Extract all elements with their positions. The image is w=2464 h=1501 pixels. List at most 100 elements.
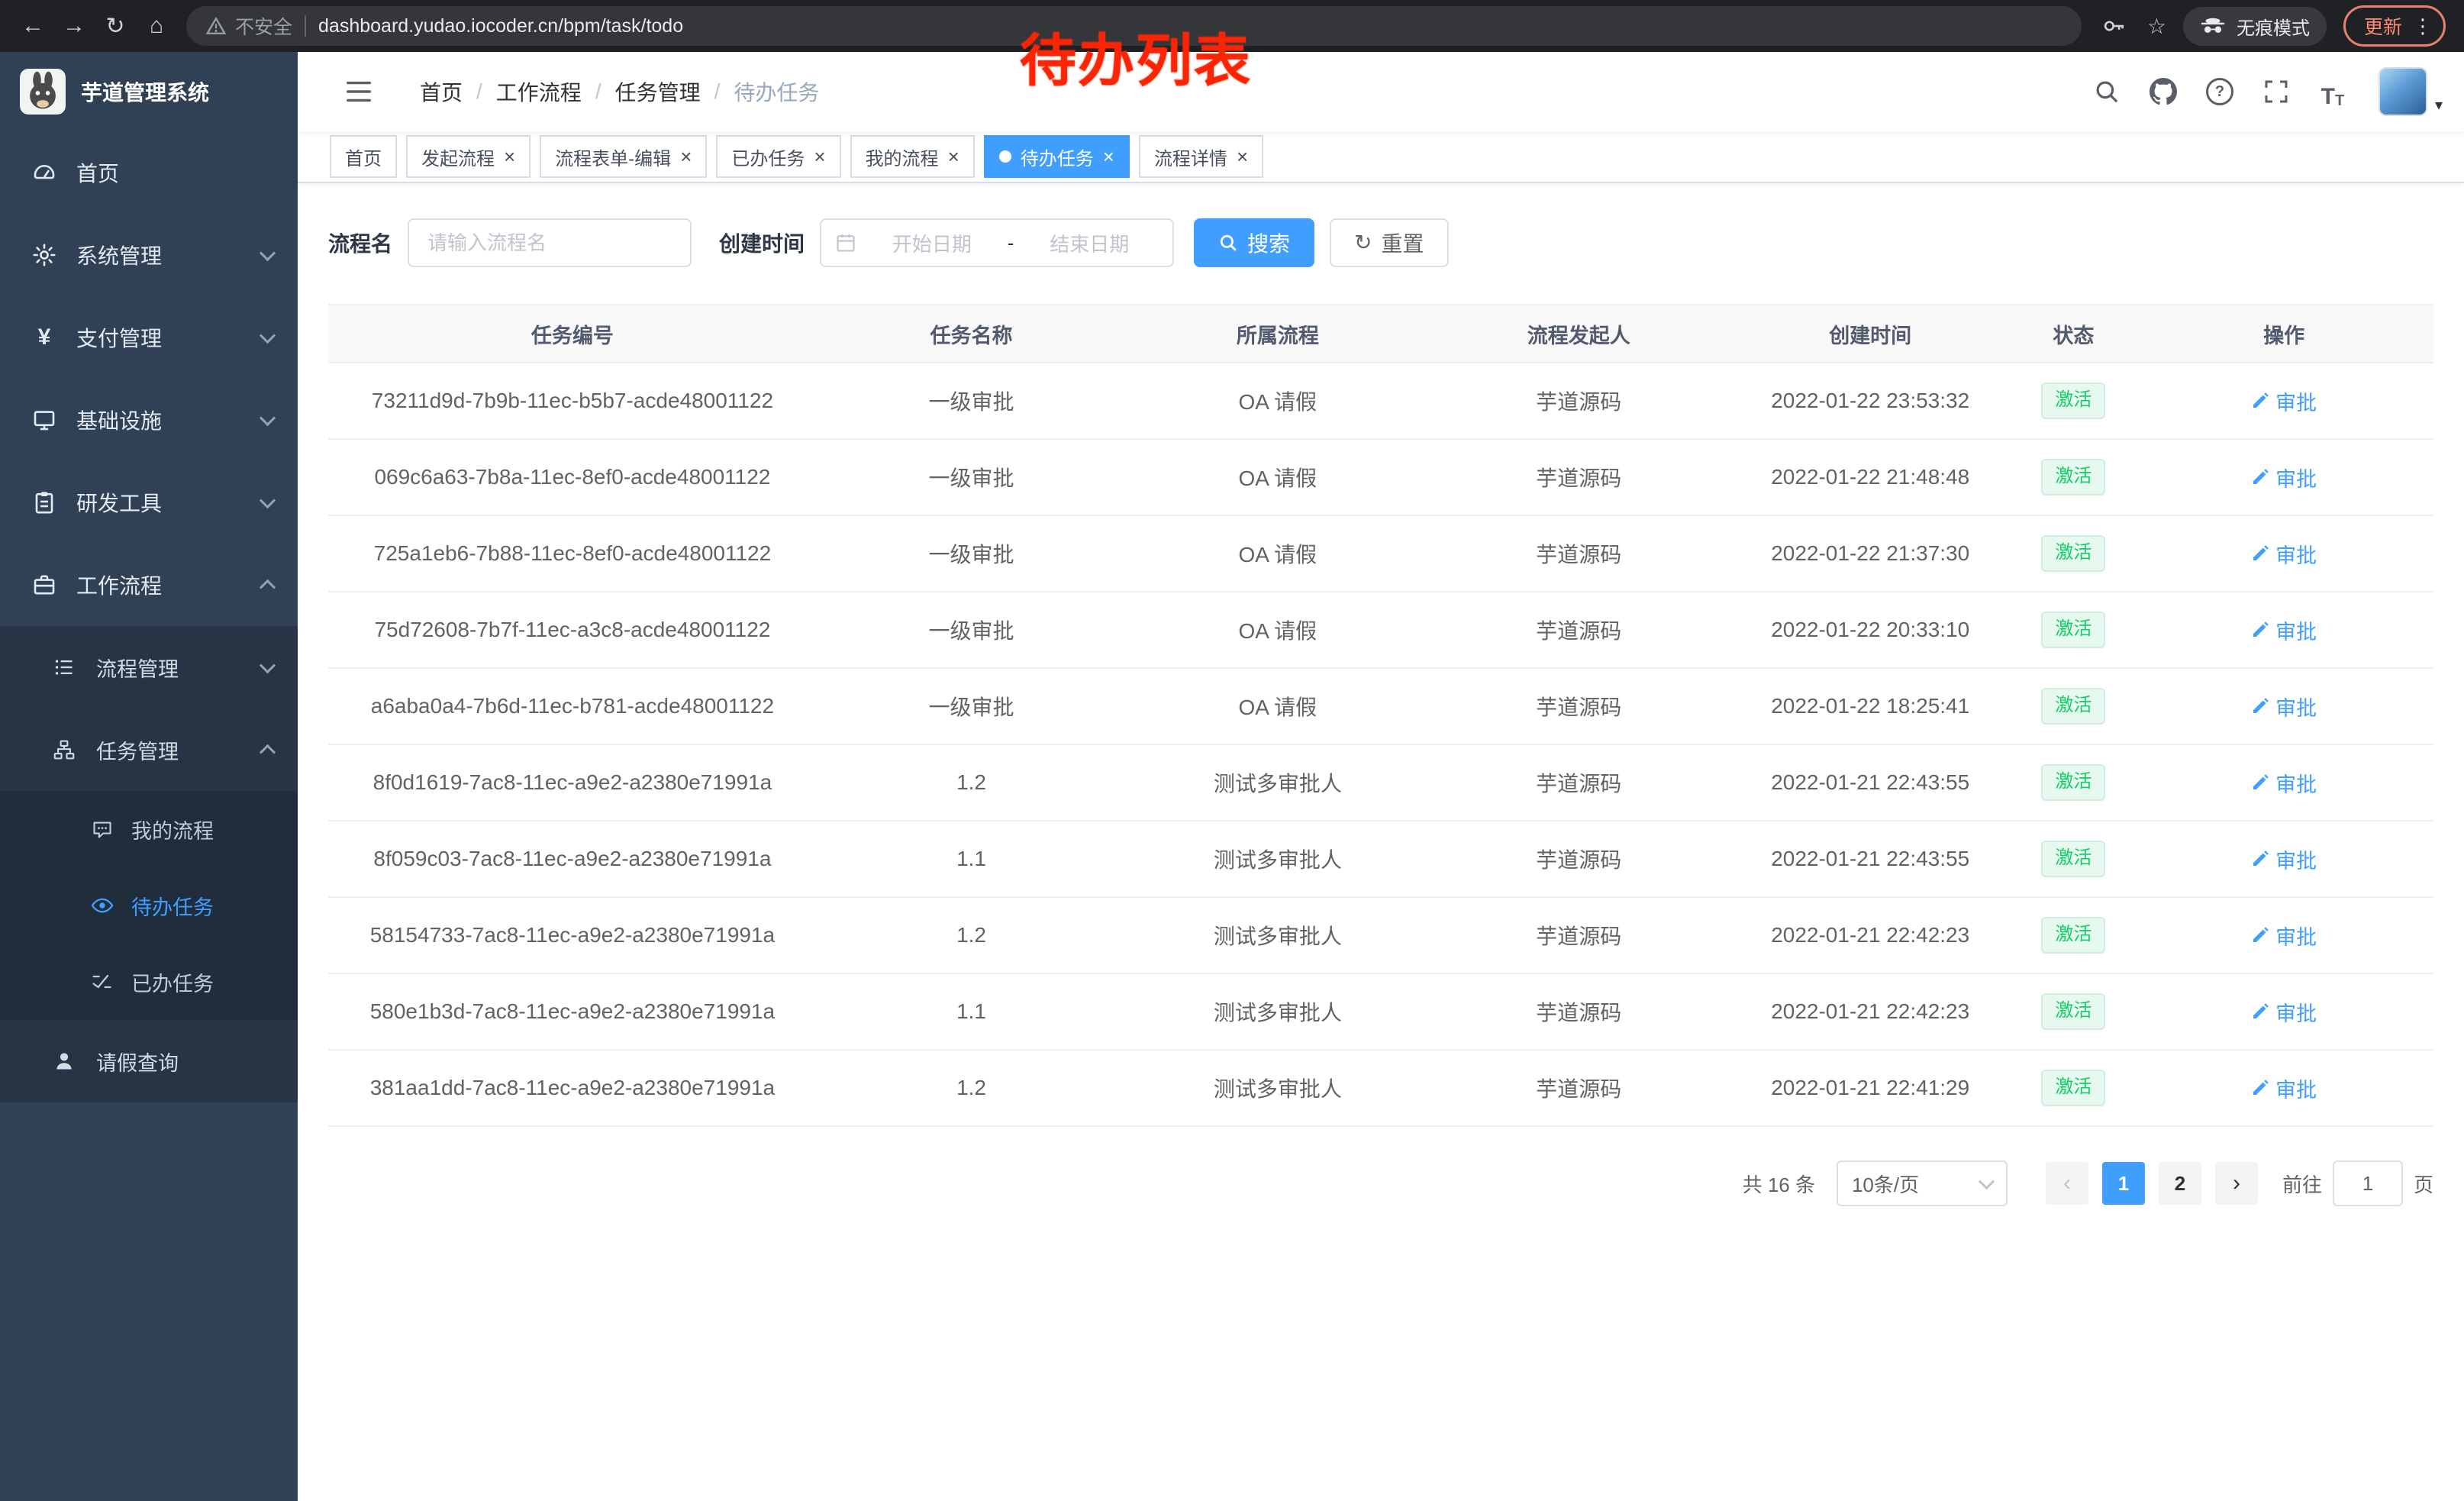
back-icon[interactable]: ← — [12, 5, 53, 47]
time-cell: 2022-01-22 18:25:41 — [1728, 669, 2012, 744]
font-size-icon[interactable]: TT — [2316, 75, 2350, 108]
task-id-cell: 58154733-7ac8-11ec-a9e2-a2380e71991a — [328, 898, 817, 973]
close-icon[interactable]: × — [1237, 147, 1248, 166]
sidebar-item-label: 我的流程 — [131, 815, 273, 844]
sidebar-item-home[interactable]: 首页 — [0, 131, 298, 214]
approve-button[interactable]: 审批 — [2251, 692, 2317, 721]
star-icon[interactable]: ☆ — [2147, 14, 2166, 39]
prev-page-button[interactable]: ‹ — [2046, 1162, 2088, 1205]
sidebar-item-payment[interactable]: ¥ 支付管理 — [0, 296, 298, 379]
breadcrumb-task-management[interactable]: 任务管理 — [615, 76, 701, 107]
key-icon[interactable] — [2097, 9, 2130, 43]
sidebar-item-done-task[interactable]: 已办任务 — [0, 944, 298, 1020]
fullscreen-icon[interactable] — [2259, 75, 2293, 108]
security-indicator[interactable]: 不安全 — [206, 12, 292, 40]
chevron-down-icon — [260, 410, 276, 426]
process-name-input[interactable] — [408, 218, 692, 267]
menu-fold-icon[interactable] — [298, 75, 420, 108]
close-icon[interactable]: × — [814, 147, 825, 166]
action-cell: 审批 — [2134, 822, 2433, 896]
process-cell: OA 请假 — [1126, 440, 1429, 515]
main-area: 首页 / 工作流程 / 任务管理 / 待办任务 ? TT ▾ — [298, 52, 2464, 1501]
page-button-1[interactable]: 1 — [2102, 1162, 2145, 1205]
calendar-icon — [835, 232, 856, 253]
sidebar-item-task-management[interactable]: 任务管理 — [0, 709, 298, 791]
user-menu[interactable]: ▾ — [2379, 67, 2443, 116]
page-button-2[interactable]: 2 — [2159, 1162, 2201, 1205]
search-button[interactable]: 搜索 — [1194, 218, 1314, 267]
page-size-select[interactable]: 10条/页 — [1837, 1160, 2008, 1206]
reload-icon[interactable]: ↻ — [95, 5, 136, 47]
close-icon[interactable]: × — [680, 147, 692, 166]
approve-button[interactable]: 审批 — [2251, 463, 2317, 492]
goto-page-input[interactable] — [2333, 1160, 2403, 1206]
sidebar-item-leave-query[interactable]: 请假查询 — [0, 1020, 298, 1102]
sidebar-item-my-process[interactable]: 我的流程 — [0, 791, 298, 867]
action-cell: 审批 — [2134, 363, 2433, 438]
sidebar-item-infrastructure[interactable]: 基础设施 — [0, 379, 298, 461]
task-name-cell: 一级审批 — [817, 363, 1126, 438]
approve-button[interactable]: 审批 — [2251, 615, 2317, 645]
search-icon[interactable] — [2090, 75, 2124, 108]
breadcrumb-workflow[interactable]: 工作流程 — [496, 76, 582, 107]
chevron-down-icon — [260, 492, 276, 508]
approve-button[interactable]: 审批 — [2251, 386, 2317, 416]
task-name-cell: 一级审批 — [817, 440, 1126, 515]
reset-button[interactable]: ↻ 重置 — [1330, 218, 1448, 267]
tab-my-process[interactable]: 我的流程× — [850, 135, 975, 178]
task-id-cell: 580e1b3d-7ac8-11ec-a9e2-a2380e71991a — [328, 974, 817, 1049]
end-date-placeholder[interactable]: 结束日期 — [1020, 229, 1159, 257]
tab-todo-task[interactable]: 待办任务× — [984, 135, 1130, 178]
task-id-cell: 381aa1dd-7ac8-11ec-a9e2-a2380e71991a — [328, 1051, 817, 1125]
table-row: 580e1b3d-7ac8-11ec-a9e2-a2380e71991a 1.1… — [328, 974, 2433, 1051]
sidebar-item-system[interactable]: 系统管理 — [0, 214, 298, 296]
approve-button[interactable]: 审批 — [2251, 768, 2317, 798]
tab-process-detail[interactable]: 流程详情× — [1139, 135, 1263, 178]
approve-button[interactable]: 审批 — [2251, 921, 2317, 951]
sidebar-item-process-management[interactable]: 流程管理 — [0, 626, 298, 709]
starter-cell: 芋道源码 — [1429, 822, 1728, 896]
status-cell: 激活 — [2012, 745, 2134, 820]
approve-label: 审批 — [2275, 539, 2317, 569]
breadcrumb-separator: / — [595, 79, 601, 104]
app-logo[interactable]: 芋道管理系统 — [0, 52, 298, 131]
tab-done-task[interactable]: 已办任务× — [716, 135, 840, 178]
breadcrumb-separator: / — [476, 79, 482, 104]
close-icon[interactable]: × — [1103, 147, 1114, 166]
approve-button[interactable]: 审批 — [2251, 539, 2317, 569]
github-icon[interactable] — [2146, 75, 2180, 108]
approve-button[interactable]: 审批 — [2251, 844, 2317, 874]
sidebar-item-workflow[interactable]: 工作流程 — [0, 544, 298, 626]
date-range-picker[interactable]: 开始日期 - 结束日期 — [820, 218, 1174, 267]
approve-button[interactable]: 审批 — [2251, 997, 2317, 1027]
goto-unit: 页 — [2414, 1170, 2433, 1198]
help-icon[interactable]: ? — [2203, 75, 2237, 108]
sidebar-item-todo-task[interactable]: 待办任务 — [0, 867, 298, 944]
sidebar-item-devtools[interactable]: 研发工具 — [0, 461, 298, 544]
kebab-menu-icon[interactable]: ⋮ — [2413, 15, 2433, 38]
range-separator: - — [1008, 231, 1014, 255]
next-page-button[interactable]: › — [2215, 1162, 2258, 1205]
tab-form-edit[interactable]: 流程表单-编辑× — [540, 135, 707, 178]
edit-icon — [2251, 1079, 2269, 1097]
table-row: 75d72608-7b7f-11ec-a3c8-acde48001122 一级审… — [328, 592, 2433, 669]
tab-home[interactable]: 首页 — [330, 135, 397, 178]
home-icon[interactable]: ⌂ — [136, 5, 177, 47]
chat-icon — [90, 818, 114, 840]
breadcrumb-home[interactable]: 首页 — [420, 76, 463, 107]
task-id-cell: 069c6a63-7b8a-11ec-8ef0-acde48001122 — [328, 440, 817, 515]
breadcrumb: 首页 / 工作流程 / 任务管理 / 待办任务 — [420, 76, 819, 107]
list-icon — [52, 657, 76, 678]
process-cell: OA 请假 — [1126, 516, 1429, 591]
update-button[interactable]: 更新 ⋮ — [2343, 5, 2446, 47]
close-icon[interactable]: × — [948, 147, 959, 166]
forward-icon[interactable]: → — [53, 5, 95, 47]
search-button-label: 搜索 — [1247, 228, 1290, 258]
close-icon[interactable]: × — [504, 147, 515, 166]
tab-start-process[interactable]: 发起流程× — [406, 135, 531, 178]
start-date-placeholder[interactable]: 开始日期 — [863, 229, 1001, 257]
approve-button[interactable]: 审批 — [2251, 1073, 2317, 1103]
avatar[interactable] — [2379, 67, 2427, 116]
action-cell: 审批 — [2134, 1051, 2433, 1125]
starter-cell: 芋道源码 — [1429, 745, 1728, 820]
